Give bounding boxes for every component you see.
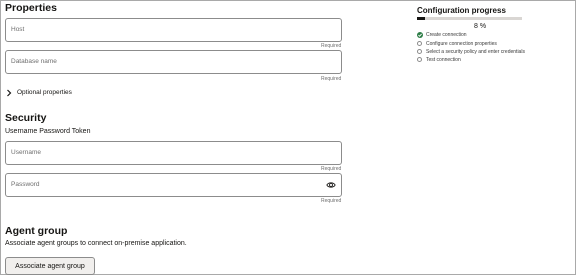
eye-icon[interactable] — [326, 180, 336, 190]
check-circle-icon — [417, 32, 423, 38]
step-label: Test connection — [426, 57, 461, 63]
associate-agent-group-button[interactable]: Associate agent group — [5, 257, 95, 275]
username-required: Required — [321, 166, 342, 172]
step-label: Configure connection properties — [426, 41, 497, 47]
password-input[interactable]: Password — [5, 173, 342, 197]
database-name-placeholder: Database name — [11, 58, 57, 65]
empty-circle-icon — [417, 49, 422, 54]
progress-bar-fill — [417, 17, 426, 20]
username-placeholder: Username — [11, 149, 41, 156]
progress-percent: 8 % — [474, 23, 487, 30]
database-name-required: Required — [321, 76, 342, 82]
username-input[interactable]: Username — [5, 141, 342, 165]
empty-circle-icon — [417, 41, 422, 46]
host-required: Required — [321, 43, 342, 49]
database-name-input[interactable]: Database name — [5, 50, 342, 74]
host-input[interactable]: Host — [5, 18, 342, 42]
configuration-progress-title: Configuration progress — [417, 6, 506, 15]
progress-bar — [417, 17, 522, 20]
empty-circle-icon — [417, 57, 422, 62]
step-label: Create connection — [426, 32, 467, 38]
properties-heading: Properties — [5, 2, 57, 14]
chevron-right-icon[interactable] — [6, 89, 12, 97]
password-placeholder: Password — [11, 181, 40, 188]
agent-group-description: Associate agent groups to connect on-pre… — [5, 240, 187, 247]
security-heading: Security — [5, 112, 47, 124]
security-subtitle: Username Password Token — [5, 128, 91, 135]
optional-properties-toggle[interactable]: Optional properties — [17, 89, 72, 96]
host-placeholder: Host — [11, 26, 25, 33]
agent-group-heading: Agent group — [5, 225, 68, 237]
password-required: Required — [321, 198, 342, 204]
step-label: Select a security policy and enter crede… — [426, 49, 525, 55]
